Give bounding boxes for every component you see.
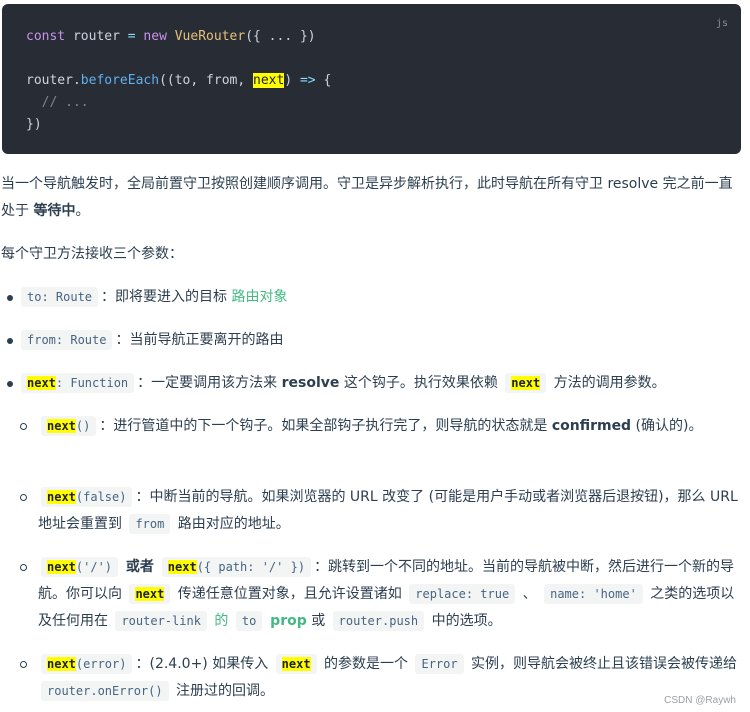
intro-bold: 等待中: [33, 203, 76, 219]
code-highlight-next: next: [135, 587, 165, 601]
inline-code: name: 'home': [544, 584, 643, 604]
sub-item-next-path: next('/') 或者 next({ path: '/' }) ：跳转到一个不同…: [38, 554, 738, 635]
code-token: ): [284, 73, 300, 88]
inline-code: from: [129, 514, 171, 534]
bullet-icon: [7, 338, 13, 344]
bullet-icon: [7, 381, 13, 387]
inline-code: next(error): [41, 654, 133, 674]
router-link-to-link[interactable]: 的: [210, 613, 233, 629]
list-bold: resolve: [281, 375, 340, 391]
inline-code: to: [235, 611, 263, 631]
list-text: ：当前导航正要离开的路由: [115, 332, 284, 348]
list-text: ：进行管道中的下一个钩子。如果全部钩子执行完了，则导航的状态就是: [99, 418, 552, 434]
list-text: 传递任意位置对象，且允许设置诸如: [173, 586, 407, 602]
code-token: new: [135, 29, 175, 44]
code-token: VueRouter: [174, 29, 246, 44]
inline-code: replace: true: [409, 584, 516, 604]
bullet-icon: [7, 295, 13, 301]
code-token: ({ ... }): [245, 29, 316, 44]
code-token: (): [75, 419, 91, 433]
prop-link[interactable]: prop: [265, 613, 307, 629]
list-item-from: from: Route ：当前导航正要离开的路由: [18, 327, 738, 354]
code-token: }): [26, 117, 42, 132]
sub-bullet-icon: [20, 661, 27, 668]
inline-code: next: [505, 373, 547, 393]
inline-code: router.push: [332, 611, 425, 631]
code-highlight-next: next: [253, 73, 285, 88]
list-text: ：(2.4.0+) 如果传入: [135, 656, 273, 672]
inline-code: router.onError(): [41, 681, 169, 701]
inline-code: next({ path: '/' }): [161, 557, 312, 577]
list-text: 这个钩子。执行效果依赖: [339, 375, 503, 391]
code-token: {: [315, 73, 332, 88]
inline-code: next: [129, 584, 171, 604]
inline-code: next(): [41, 416, 97, 436]
intro-text: 当一个导航触发时，全局前置守卫按照创建顺序调用。守卫是异步解析执行，此时导航在所…: [1, 176, 733, 219]
list-bold: 或者: [121, 559, 159, 575]
code-token: router: [65, 29, 128, 44]
code-content[interactable]: const router = new VueRouter({ ... }) ro…: [26, 26, 331, 136]
list-text: 的参数是一个: [319, 656, 413, 672]
route-object-link[interactable]: 路由对象: [231, 289, 287, 305]
code-token: ((to, from,: [159, 73, 253, 88]
inline-code: to: Route: [21, 287, 99, 307]
sub-item-next-false: next(false) ：中断当前的导航。如果浏览器的 URL 改变了 (可能是用…: [38, 484, 738, 538]
list-text: 、: [518, 586, 542, 602]
code-highlight-next: next: [47, 490, 76, 504]
code-token: beforeEach: [80, 73, 160, 88]
list-text: 注册过的回调。: [171, 683, 275, 699]
list-bold: confirmed: [551, 418, 632, 434]
code-highlight-next: next: [281, 657, 311, 671]
inline-code: next: [275, 654, 317, 674]
inline-code: next('/'): [41, 557, 119, 577]
list-text: 中的选项。: [427, 613, 502, 629]
sub-item-next-error: next(error) ：(2.4.0+) 如果传入 next 的参数是一个 Er…: [38, 651, 738, 705]
code-highlight-next: next: [511, 376, 541, 390]
list-text: 路由对应的地址。: [173, 516, 290, 532]
sub-item-next-empty: next() ：进行管道中的下一个钩子。如果全部钩子执行完了，则导航的状态就是 c…: [38, 413, 738, 440]
params-heading: 每个守卫方法接收三个参数：: [1, 246, 183, 262]
code-highlight-next: next: [167, 560, 197, 574]
sub-bullet-icon: [20, 564, 27, 571]
code-token: : Function: [55, 376, 129, 390]
intro-paragraph: 当一个导航触发时，全局前置守卫按照创建顺序调用。守卫是异步解析执行，此时导航在所…: [1, 171, 746, 225]
code-highlight-next: next: [47, 657, 76, 671]
list-item-to: to: Route ：即将要进入的目标 路由对象: [18, 284, 738, 311]
inline-code: from: Route: [21, 330, 113, 350]
inline-code: next: Function: [21, 373, 135, 393]
code-highlight-next: next: [27, 376, 56, 390]
list-item-next: next: Function ：一定要调用该方法来 resolve 这个钩子。执行…: [18, 370, 743, 397]
inline-code: next(false): [41, 487, 133, 507]
code-token: const: [26, 29, 66, 44]
code-comment: // ...: [26, 95, 89, 110]
code-highlight-next: next: [47, 560, 76, 574]
list-text: (确认的)。: [631, 418, 703, 434]
code-language-label: js: [715, 18, 728, 29]
inline-code: router-link: [115, 611, 207, 631]
code-token: =>: [299, 73, 316, 88]
code-token: ('/'): [75, 560, 113, 574]
sub-bullet-icon: [20, 494, 27, 501]
inline-code: Error: [415, 654, 464, 674]
sub-bullet-icon: [20, 423, 27, 430]
code-token: (false): [75, 490, 127, 504]
list-text: 或: [306, 613, 330, 629]
code-token: =: [127, 29, 136, 44]
code-token: router.: [26, 73, 81, 88]
code-block: js const router = new VueRouter({ ... })…: [2, 4, 741, 154]
code-token: ({ path: '/' }): [196, 560, 306, 574]
list-text: ：即将要进入的目标: [101, 289, 232, 305]
list-text: ：一定要调用该方法来: [137, 375, 282, 391]
code-highlight-next: next: [47, 419, 76, 433]
intro-end: 。: [75, 203, 90, 219]
code-token: (error): [75, 657, 127, 671]
list-text: 实例，则导航会被终止且该错误会被传递给: [466, 656, 738, 672]
list-text: 方法的调用参数。: [549, 375, 666, 391]
watermark: CSDN @Raywh: [664, 695, 736, 706]
